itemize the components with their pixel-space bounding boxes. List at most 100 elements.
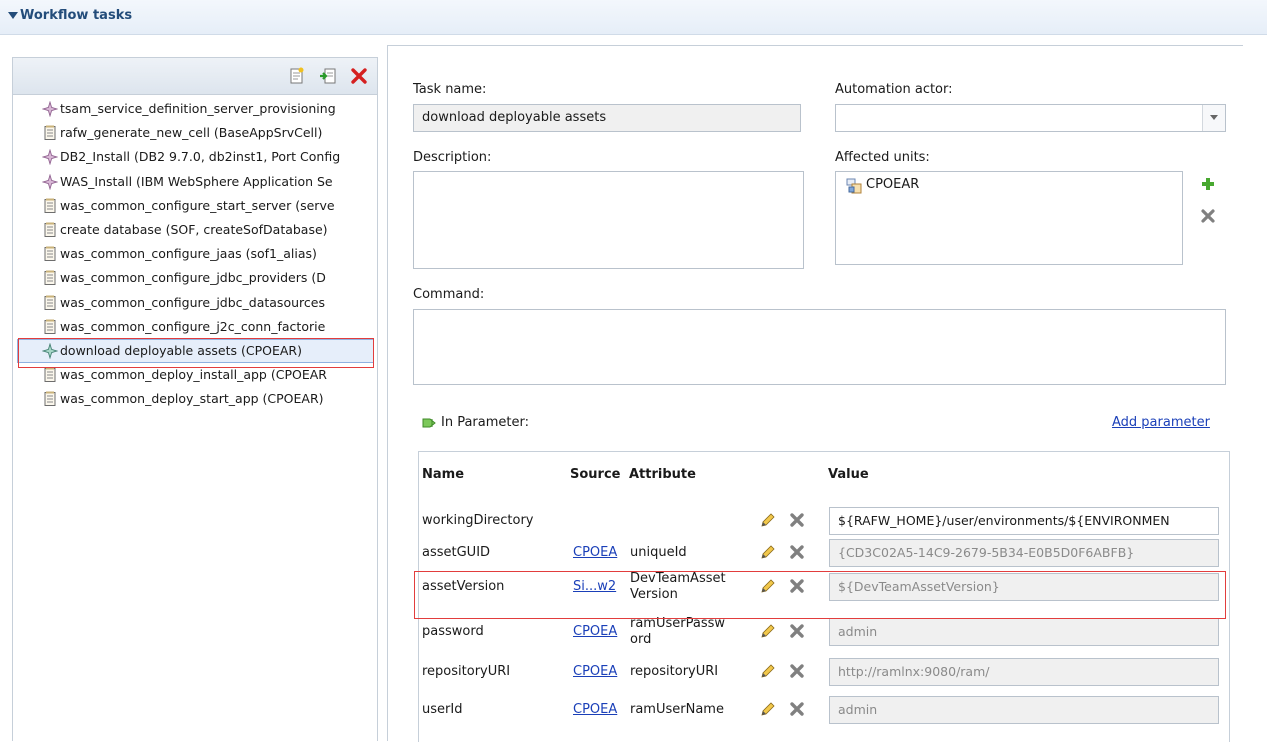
task-item[interactable]: create database (SOF, createSofDatabase)	[18, 219, 373, 241]
step-icon	[41, 342, 59, 360]
param-value-field[interactable]: ${RAFW_HOME}/user/environments/${ENVIRON…	[829, 507, 1219, 535]
delete-param-icon[interactable]	[788, 511, 806, 529]
edit-pencil-icon[interactable]	[759, 662, 777, 680]
task-item-label: tsam_service_definition_server_provision…	[60, 101, 336, 116]
delete-param-icon[interactable]	[788, 622, 806, 640]
param-value-field[interactable]: admin	[829, 696, 1219, 724]
param-value-field[interactable]: http://ramlnx:9080/ram/	[829, 658, 1219, 686]
param-name: assetGUID	[422, 545, 491, 560]
task-item[interactable]: was_common_configure_start_server (serve	[18, 195, 373, 217]
edit-pencil-icon[interactable]	[759, 577, 777, 595]
task-item-label: was_common_configure_jdbc_providers (D	[60, 270, 326, 286]
insert-task-icon[interactable]	[319, 67, 337, 85]
param-attribute: uniqueId	[630, 545, 687, 560]
param-name: password	[422, 624, 484, 639]
column-header-name: Name	[422, 467, 465, 482]
chevron-down-icon[interactable]	[1202, 105, 1225, 131]
task-details-panel: Task name: download deployable assets Au…	[387, 45, 1243, 742]
delete-param-icon[interactable]	[788, 543, 806, 561]
task-item[interactable]: download deployable assets (CPOEAR)	[17, 339, 374, 363]
in-parameter-icon	[422, 418, 436, 428]
param-source-link[interactable]: CPOEA	[573, 702, 617, 717]
affected-units-list[interactable]: CPOEAR	[835, 171, 1183, 265]
param-value: http://ramlnx:9080/ram/	[838, 664, 990, 679]
task-item-label: was_common_configure_jaas (sof1_alias)	[60, 246, 317, 262]
param-attribute: ramUserPassw	[630, 616, 726, 631]
task-item[interactable]: was_common_configure_j2c_conn_factorie	[18, 316, 373, 338]
param-name: userId	[422, 702, 463, 717]
step-icon	[41, 173, 59, 191]
task-name-label: Task name:	[413, 82, 487, 97]
parameter-table: Name Source Attribute Value workingDirec…	[418, 451, 1230, 742]
script-icon	[42, 391, 58, 407]
param-attribute: repositoryURI	[630, 664, 719, 679]
description-field[interactable]	[413, 171, 804, 269]
param-attribute-cont: ord	[630, 632, 652, 647]
delete-param-icon[interactable]	[788, 577, 806, 595]
step-icon	[41, 100, 59, 118]
param-value: ${DevTeamAssetVersion}	[838, 579, 1000, 594]
task-item[interactable]: tsam_service_definition_server_provision…	[18, 98, 373, 120]
automation-actor-select[interactable]	[835, 104, 1226, 132]
param-value: admin	[838, 702, 878, 717]
affected-unit-item[interactable]: CPOEAR	[866, 177, 919, 192]
param-name: repositoryURI	[422, 664, 511, 679]
column-header-attribute: Attribute	[629, 467, 696, 482]
add-unit-icon[interactable]	[1200, 176, 1216, 192]
section-title: Workflow tasks	[20, 8, 133, 23]
param-name: workingDirectory	[422, 513, 534, 528]
step-icon	[41, 148, 59, 166]
edit-pencil-icon[interactable]	[759, 511, 777, 529]
delete-task-icon[interactable]	[350, 67, 368, 85]
param-source-link[interactable]: CPOEA	[573, 545, 617, 560]
task-item[interactable]: was_common_configure_jaas (sof1_alias)	[18, 243, 373, 265]
script-icon	[42, 319, 58, 335]
script-icon	[42, 125, 58, 141]
script-icon	[42, 367, 58, 383]
param-source-link[interactable]: CPOEA	[573, 664, 617, 679]
param-value: ${RAFW_HOME}/user/environments/${ENVIRON…	[838, 513, 1170, 528]
add-parameter-link[interactable]: Add parameter	[1112, 415, 1210, 430]
command-label: Command:	[413, 287, 485, 302]
delete-param-icon[interactable]	[788, 662, 806, 680]
script-icon	[42, 198, 58, 214]
param-value-field[interactable]: {CD3C02A5-14C9-2679-5B34-E0B5D0F6ABFB}	[829, 539, 1219, 567]
new-task-icon[interactable]	[288, 67, 306, 85]
task-name-value: download deployable assets	[422, 110, 607, 125]
param-value-field[interactable]: admin	[829, 618, 1219, 646]
task-item-label: DB2_Install (DB2 9.7.0, db2inst1, Port C…	[60, 149, 341, 165]
param-value-field[interactable]: ${DevTeamAssetVersion}	[829, 573, 1219, 601]
task-item-label: was_common_deploy_start_app (CPOEAR)	[60, 391, 324, 407]
script-icon	[42, 246, 58, 262]
task-item-label: create database (SOF, createSofDatabase)	[60, 222, 328, 237]
remove-unit-icon[interactable]	[1200, 208, 1216, 224]
edit-pencil-icon[interactable]	[759, 622, 777, 640]
task-item[interactable]: rafw_generate_new_cell (BaseAppSrvCell)	[18, 122, 373, 144]
param-value: {CD3C02A5-14C9-2679-5B34-E0B5D0F6ABFB}	[838, 545, 1135, 560]
task-name-field[interactable]: download deployable assets	[413, 104, 801, 132]
edit-pencil-icon[interactable]	[759, 543, 777, 561]
edit-pencil-icon[interactable]	[759, 700, 777, 718]
task-item-label: rafw_generate_new_cell (BaseAppSrvCell)	[60, 125, 323, 141]
unit-icon	[846, 178, 862, 194]
task-item-label: WAS_Install (IBM WebSphere Application S…	[60, 173, 333, 189]
param-source-link[interactable]: CPOEA	[573, 624, 617, 639]
task-item[interactable]: WAS_Install (IBM WebSphere Application S…	[18, 171, 373, 193]
param-name: assetVersion	[422, 579, 505, 594]
task-item-label: download deployable assets (CPOEAR)	[60, 343, 302, 358]
task-item[interactable]: was_common_configure_jdbc_providers (D	[18, 267, 373, 289]
script-icon	[42, 270, 58, 286]
delete-param-icon[interactable]	[788, 700, 806, 718]
command-field[interactable]	[413, 309, 1226, 385]
task-item[interactable]: was_common_configure_jdbc_datasources	[18, 292, 373, 314]
param-value: admin	[838, 624, 878, 639]
section-header-workflow-tasks[interactable]: Workflow tasks	[0, 0, 1267, 35]
collapse-triangle-icon[interactable]	[8, 12, 18, 19]
task-item[interactable]: was_common_deploy_install_app (CPOEAR	[18, 364, 373, 386]
task-item[interactable]: was_common_deploy_start_app (CPOEAR)	[18, 388, 373, 410]
param-source-link[interactable]: Si...w2	[573, 579, 616, 594]
column-header-value: Value	[828, 467, 869, 482]
script-icon	[42, 222, 58, 238]
task-item-label: was_common_deploy_install_app (CPOEAR	[60, 367, 327, 383]
task-item[interactable]: DB2_Install (DB2 9.7.0, db2inst1, Port C…	[18, 146, 373, 168]
